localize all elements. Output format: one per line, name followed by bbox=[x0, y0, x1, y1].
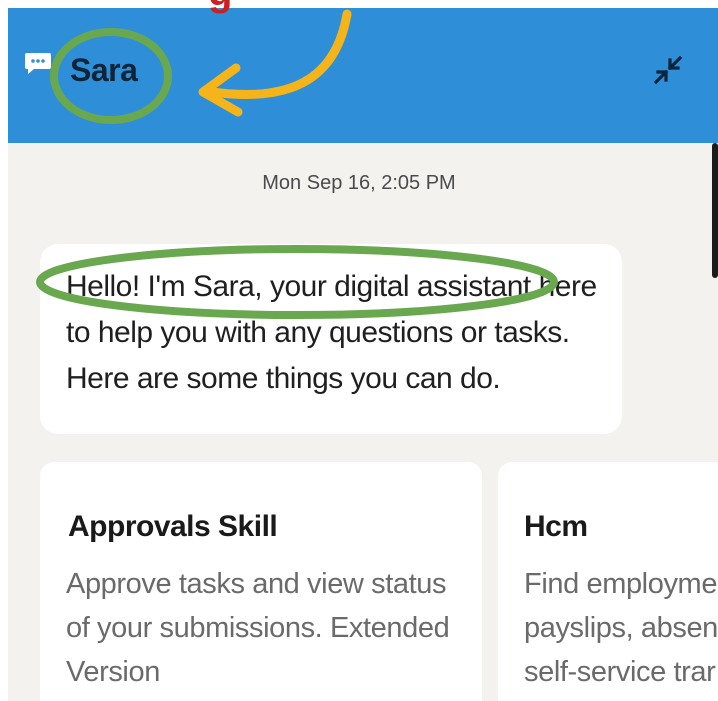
bot-name: Sara bbox=[70, 52, 138, 88]
minimize-arrows-icon[interactable] bbox=[648, 50, 688, 90]
skill-card-description-line: Find employme bbox=[524, 568, 718, 600]
skill-card-title: Hcm bbox=[524, 510, 588, 543]
skill-card-title: Approvals Skill bbox=[68, 510, 278, 543]
annotation-caption: g bbox=[208, 0, 232, 15]
skill-card-description-line: payslips, absen bbox=[524, 612, 718, 644]
chat-bubble-icon bbox=[25, 53, 51, 74]
greeting-message: Hello! I'm Sara, your digital assistant … bbox=[66, 270, 597, 395]
skill-card-description: Find employme payslips, absen self-servi… bbox=[524, 562, 718, 694]
skill-card-description: Approve tasks and view status of your su… bbox=[66, 568, 450, 688]
top-strip bbox=[0, 0, 718, 8]
chat-window: Sara Mon Sep 16, 2:05 PM Hello! I'm Sara… bbox=[0, 0, 718, 701]
right-edge-bar bbox=[712, 143, 718, 278]
skill-card-description-line: self-service trar bbox=[524, 656, 716, 688]
message-timestamp: Mon Sep 16, 2:05 PM bbox=[262, 172, 456, 194]
